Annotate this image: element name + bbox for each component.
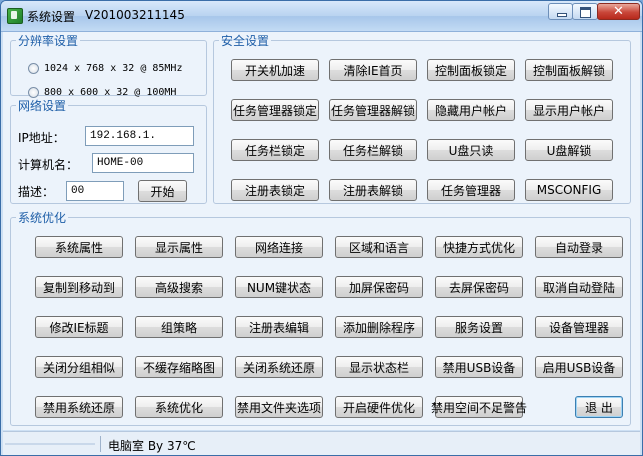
network-legend: 网络设置 <box>18 99 67 113</box>
client-area: 分辨率设置 1024 x 768 x 32 @ 85MHz 800 x 600 … <box>3 32 640 430</box>
security-button-10[interactable]: U盘只读 <box>427 139 515 161</box>
optimize-button-28[interactable]: 禁用空间不足警告 <box>431 396 527 418</box>
optimize-button-14[interactable]: 注册表编辑 <box>235 316 323 338</box>
optimize-button-6[interactable]: 复制到移动到 <box>35 276 123 298</box>
security-button-6[interactable]: 隐藏用户帐户 <box>427 99 515 121</box>
resolution-legend: 分辨率设置 <box>18 34 79 48</box>
security-button-13[interactable]: 注册表解锁 <box>329 179 417 201</box>
security-button-7[interactable]: 显示用户帐户 <box>525 99 613 121</box>
optimize-button-21[interactable]: 显示状态栏 <box>335 356 423 378</box>
security-legend: 安全设置 <box>221 34 270 48</box>
optimize-button-8[interactable]: NUM键状态 <box>235 276 323 298</box>
security-button-15[interactable]: MSCONFIG <box>525 179 613 201</box>
optimize-button-13[interactable]: 组策略 <box>135 316 223 338</box>
optimize-legend: 系统优化 <box>18 211 67 225</box>
maximize-icon <box>580 7 591 18</box>
description-label: 描述： <box>18 185 55 199</box>
app-window: 系统设置 V201003211145 ✕ 分辨率设置 1024 x 768 x … <box>0 0 643 456</box>
computer-name-input[interactable] <box>92 153 194 173</box>
optimize-button-22[interactable]: 禁用USB设备 <box>435 356 523 378</box>
resolution-option-1024[interactable]: 1024 x 768 x 32 @ 85MHz <box>28 63 182 74</box>
window-version: V201003211145 <box>85 8 185 22</box>
security-button-0[interactable]: 开关机加速 <box>231 59 319 81</box>
optimize-button-19[interactable]: 不缓存缩略图 <box>135 356 223 378</box>
close-icon: ✕ <box>613 4 624 19</box>
optimize-button-16[interactable]: 服务设置 <box>435 316 523 338</box>
security-button-4[interactable]: 任务管理器锁定 <box>231 99 319 121</box>
security-button-8[interactable]: 任务栏锁定 <box>231 139 319 161</box>
security-group: 安全设置 开关机加速 清除IE首页 控制面板锁定 控制面板解锁 任务管理器锁定 任务管理器… <box>213 32 631 204</box>
optimize-button-27[interactable]: 开启硬件优化 <box>335 396 423 418</box>
security-button-14[interactable]: 任务管理器 <box>427 179 515 201</box>
description-input[interactable] <box>66 181 124 201</box>
optimize-button-3[interactable]: 区域和语言 <box>335 236 423 258</box>
optimize-button-0[interactable]: 系统属性 <box>35 236 123 258</box>
optimize-button-24[interactable]: 禁用系统还原 <box>35 396 123 418</box>
status-bar: 电脑室 By 37℃ <box>3 431 640 455</box>
radio-button[interactable] <box>28 63 39 74</box>
optimize-group: 系统优化 系统属性 显示属性 网络连接 区域和语言 快捷方式优化 自动登录复制到移动到 高级… <box>10 209 631 426</box>
close-button[interactable]: ✕ <box>597 3 640 20</box>
security-button-12[interactable]: 注册表锁定 <box>231 179 319 201</box>
resolution-option-label: 1024 x 768 x 32 @ 85MHz <box>44 63 183 74</box>
optimize-button-10[interactable]: 去屏保密码 <box>435 276 523 298</box>
security-button-5[interactable]: 任务管理器解锁 <box>329 99 417 121</box>
optimize-button-23[interactable]: 启用USB设备 <box>535 356 623 378</box>
status-separator <box>100 436 101 452</box>
title-bar[interactable]: 系统设置 V201003211145 ✕ <box>1 1 642 32</box>
optimize-button-17[interactable]: 设备管理器 <box>535 316 623 338</box>
optimize-button-18[interactable]: 关闭分组相似 <box>35 356 123 378</box>
status-decoration-icon <box>5 443 95 445</box>
maximize-button[interactable] <box>572 3 598 20</box>
window-title: 系统设置 <box>27 10 76 24</box>
ip-label: IP地址： <box>18 131 65 145</box>
optimize-button-9[interactable]: 加屏保密码 <box>335 276 423 298</box>
optimize-button-4[interactable]: 快捷方式优化 <box>435 236 523 258</box>
optimize-button-7[interactable]: 高级搜索 <box>135 276 223 298</box>
security-button-3[interactable]: 控制面板解锁 <box>525 59 613 81</box>
resolution-group: 分辨率设置 1024 x 768 x 32 @ 85MHz 800 x 600 … <box>10 32 207 98</box>
minimize-button[interactable] <box>548 3 573 20</box>
security-button-2[interactable]: 控制面板锁定 <box>427 59 515 81</box>
computer-name-label: 计算机名： <box>18 158 79 172</box>
ip-input[interactable] <box>85 126 194 146</box>
optimize-button-5[interactable]: 自动登录 <box>535 236 623 258</box>
security-button-9[interactable]: 任务栏解锁 <box>329 139 417 161</box>
optimize-button-25[interactable]: 系统优化 <box>135 396 223 418</box>
app-icon <box>7 8 23 24</box>
optimize-button-1[interactable]: 显示属性 <box>135 236 223 258</box>
optimize-button-26[interactable]: 禁用文件夹选项 <box>235 396 323 418</box>
status-text: 电脑室 By 37℃ <box>108 439 196 453</box>
network-group: 网络设置 IP地址： 计算机名： 描述： 开始 <box>10 97 207 204</box>
security-button-1[interactable]: 清除IE首页 <box>329 59 417 81</box>
start-button[interactable]: 开始 <box>138 180 187 202</box>
security-button-11[interactable]: U盘解锁 <box>525 139 613 161</box>
exit-button[interactable]: 退 出 <box>575 396 623 418</box>
minimize-icon <box>557 13 567 17</box>
optimize-button-20[interactable]: 关闭系统还原 <box>235 356 323 378</box>
optimize-button-12[interactable]: 修改IE标题 <box>35 316 123 338</box>
optimize-button-11[interactable]: 取消自动登陆 <box>535 276 623 298</box>
optimize-button-15[interactable]: 添加删除程序 <box>335 316 423 338</box>
optimize-button-2[interactable]: 网络连接 <box>235 236 323 258</box>
